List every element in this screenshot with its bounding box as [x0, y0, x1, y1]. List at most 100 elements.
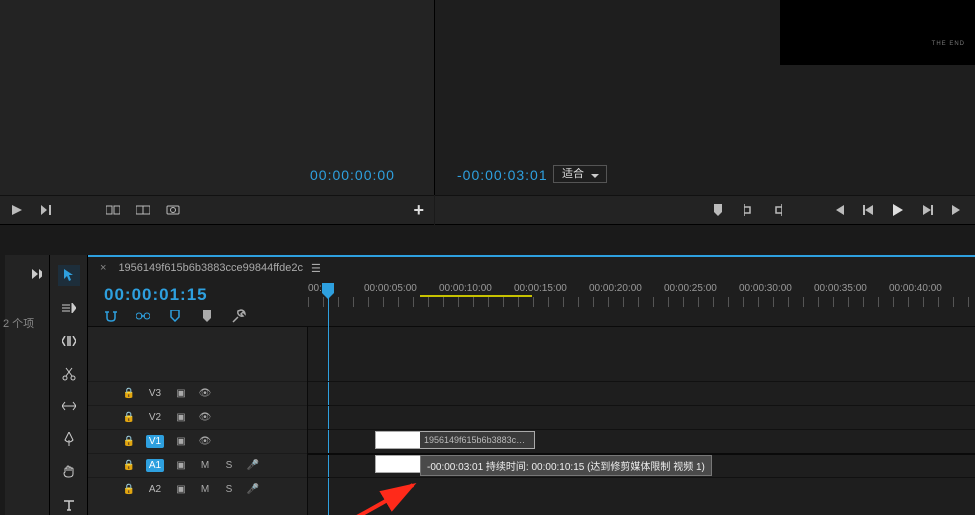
program-transport — [435, 195, 975, 225]
ruler-label: 00:00:15:00 — [514, 283, 567, 294]
track-label[interactable]: V1 — [146, 435, 164, 448]
track-header-v3[interactable]: 🔒 V3 ▣ 👁 — [88, 381, 307, 405]
timeline-tracks: 🔒 V3 ▣ 👁 🔒 V2 ▣ 👁 🔒 V1 ▣ — [88, 327, 975, 515]
sync-lock-icon[interactable]: ▣ — [174, 436, 188, 447]
lane-a2[interactable] — [308, 477, 975, 501]
solo-s-icon[interactable]: S — [222, 484, 236, 495]
play-icon[interactable] — [891, 203, 905, 217]
play-icon[interactable] — [10, 203, 24, 217]
go-to-in-icon[interactable] — [831, 203, 845, 217]
track-header-a1[interactable]: 🔒 A1 ▣ M S 🎤 — [88, 453, 307, 477]
mute-m-icon[interactable]: M — [198, 460, 212, 471]
settings-wrench-icon[interactable] — [232, 309, 246, 323]
out-point-icon[interactable] — [771, 203, 785, 217]
lane-v3[interactable] — [308, 381, 975, 405]
step-back-icon[interactable] — [861, 203, 875, 217]
mute-m-icon[interactable]: M — [198, 484, 212, 495]
export-frame-icon[interactable] — [166, 203, 180, 217]
monitor-transport-spacer-2 — [0, 225, 975, 255]
ruler-label: 00:00:40:00 — [889, 283, 942, 294]
timeline-ruler[interactable]: 00:00 00:00:05:00 00:00:10:00 00:00:15:0… — [308, 283, 975, 323]
ruler-label: 00:00:25:00 — [664, 283, 717, 294]
eye-icon[interactable]: 👁 — [198, 388, 212, 399]
lock-icon[interactable]: 🔒 — [122, 436, 136, 447]
lock-icon[interactable]: 🔒 — [122, 388, 136, 399]
program-monitor: THE END -00:00:03:01 适合 — [435, 0, 975, 195]
sync-lock-icon[interactable]: ▣ — [174, 484, 188, 495]
timeline-panel: × 1956149f615b6b3883cce99844ffde2c ☰ 00:… — [88, 255, 975, 515]
track-headers: 🔒 V3 ▣ 👁 🔒 V2 ▣ 👁 🔒 V1 ▣ — [88, 327, 308, 515]
eye-icon[interactable]: 👁 — [198, 436, 212, 447]
step-in-icon[interactable] — [40, 203, 54, 217]
insert-icon[interactable] — [106, 203, 120, 217]
solo-s-icon[interactable]: S — [222, 460, 236, 471]
lock-icon[interactable]: 🔒 — [122, 412, 136, 423]
eye-icon[interactable]: 👁 — [198, 412, 212, 423]
chevron-right-icon[interactable] — [30, 267, 44, 281]
track-label[interactable]: A2 — [146, 484, 164, 495]
track-header-v2[interactable]: 🔒 V2 ▣ 👁 — [88, 405, 307, 429]
overwrite-icon[interactable] — [136, 203, 150, 217]
tool-palette — [50, 255, 88, 515]
project-item-count: 2 个项 — [3, 315, 34, 331]
track-header-a2[interactable]: 🔒 A2 ▣ M S 🎤 — [88, 477, 307, 501]
lock-icon[interactable]: 🔒 — [122, 484, 136, 495]
clip-trim-region[interactable] — [376, 456, 420, 472]
pen-tool[interactable] — [58, 429, 80, 450]
monitor-row: 00:00:00:00 + THE END -00:00:03:01 适合 — [0, 0, 975, 195]
source-monitor: 00:00:00:00 + — [0, 0, 435, 195]
ruler-label: 00:00:05:00 — [364, 283, 417, 294]
zoom-fit-select[interactable]: 适合 — [553, 165, 607, 183]
lane-v2[interactable] — [308, 405, 975, 429]
preview-caption: THE END — [932, 41, 965, 47]
app-root: 00:00:00:00 + THE END -00:00:03:01 适合 — [0, 0, 975, 515]
mic-icon[interactable]: 🎤 — [246, 460, 260, 471]
hand-tool[interactable] — [58, 462, 80, 483]
track-label[interactable]: A1 — [146, 459, 164, 472]
track-label[interactable]: V3 — [146, 388, 164, 399]
ripple-edit-tool[interactable] — [58, 331, 80, 352]
ruler-label: 00:00:10:00 — [439, 283, 492, 294]
close-tab-icon[interactable]: × — [100, 262, 106, 274]
go-to-out-icon[interactable] — [951, 203, 965, 217]
add-button-icon[interactable]: + — [413, 200, 424, 221]
timeline-timecode[interactable]: 00:00:01:15 — [104, 285, 208, 305]
type-tool[interactable] — [58, 494, 80, 515]
linked-selection-icon[interactable] — [136, 309, 150, 323]
clip-trim-region[interactable] — [376, 432, 420, 448]
work-area-bar[interactable] — [420, 295, 532, 297]
slip-tool[interactable] — [58, 396, 80, 417]
sequence-tab[interactable]: 1956149f615b6b3883cce99844ffde2c — [118, 262, 303, 274]
in-point-icon[interactable] — [741, 203, 755, 217]
trim-tooltip: -00:00:03:01 持续时间: 00:00:10:15 (达到修剪媒体限制… — [420, 455, 712, 476]
mic-icon[interactable]: 🎤 — [246, 484, 260, 495]
lock-icon[interactable]: 🔒 — [122, 460, 136, 471]
track-lanes[interactable]: 1956149f615b6b3883c… -00:00:03:01 持续时间: … — [308, 327, 975, 515]
snap-icon[interactable] — [104, 309, 118, 323]
panel-tab-vertical[interactable] — [0, 255, 5, 515]
track-label[interactable]: V2 — [146, 412, 164, 423]
source-transport: + — [0, 195, 434, 225]
marker-icon[interactable] — [711, 203, 725, 217]
playhead-cap-icon — [322, 283, 334, 293]
selection-tool[interactable] — [58, 265, 80, 286]
track-select-tool[interactable] — [58, 298, 80, 319]
sync-lock-icon[interactable]: ▣ — [174, 412, 188, 423]
timeline-header-tools — [104, 309, 246, 323]
ruler-label: 00:00:35:00 — [814, 283, 867, 294]
razor-tool[interactable] — [58, 363, 80, 384]
program-timecode[interactable]: -00:00:03:01 — [457, 167, 548, 183]
track-header-v1[interactable]: 🔒 V1 ▣ 👁 — [88, 429, 307, 453]
zoom-fit-dropdown[interactable]: 适合 — [553, 165, 607, 183]
sync-lock-icon[interactable]: ▣ — [174, 460, 188, 471]
source-timecode[interactable]: 00:00:00:00 — [310, 167, 395, 183]
add-marker-icon[interactable] — [168, 309, 182, 323]
marker-shape-icon[interactable] — [200, 309, 214, 323]
video-clip[interactable]: 1956149f615b6b3883c… — [375, 431, 535, 449]
ruler-label: 00:00:30:00 — [739, 283, 792, 294]
sync-lock-icon[interactable]: ▣ — [174, 388, 188, 399]
lower-region: 2 个项 × 1956149f615b6b3883cce99844ffde2c … — [0, 255, 975, 515]
panel-menu-icon[interactable]: ☰ — [311, 262, 318, 275]
step-fwd-icon[interactable] — [921, 203, 935, 217]
clip-name: 1956149f615b6b3883c… — [424, 435, 525, 445]
